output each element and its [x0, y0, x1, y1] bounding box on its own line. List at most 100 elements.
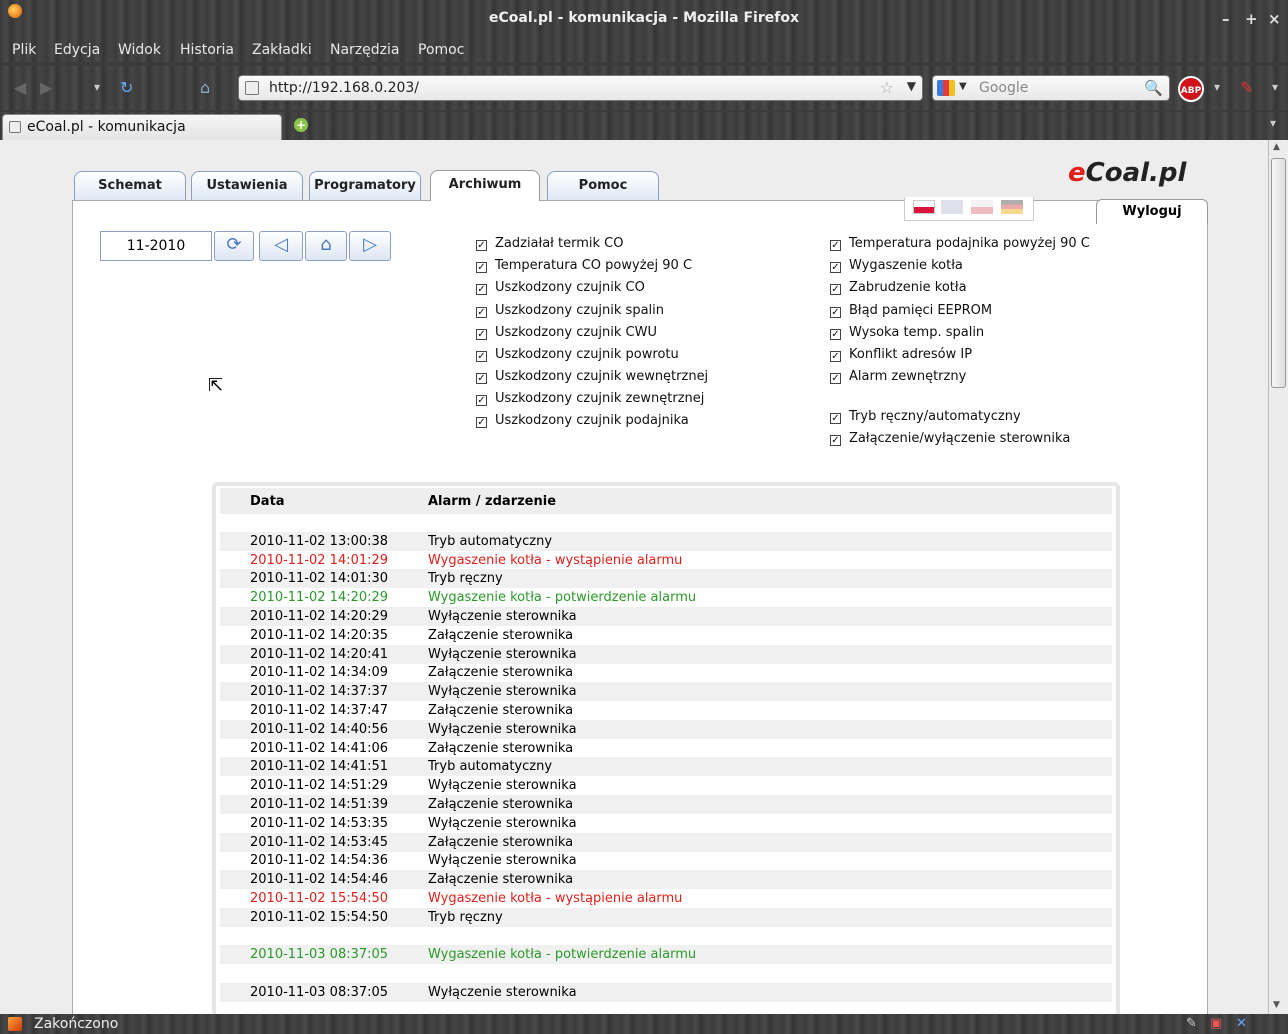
minimize-button[interactable]: –: [1222, 10, 1230, 28]
close-button[interactable]: ×: [1268, 10, 1281, 28]
table-row: 2010-11-02 14:37:37 Wyłączenie sterownika: [220, 682, 1112, 702]
tab-archiwum[interactable]: Archiwum: [430, 170, 540, 201]
scroll-up-icon[interactable]: ▲: [1273, 142, 1280, 152]
month-field[interactable]: 11-2010: [100, 231, 212, 261]
checkbox-icon[interactable]: ✓: [830, 351, 841, 362]
filter-eeprom[interactable]: ✓ Błąd pamięci EEPROM: [830, 303, 992, 318]
checkbox-icon[interactable]: ✓: [476, 395, 487, 406]
row-date: 2010-11-02 14:51:29: [250, 778, 389, 794]
filter-zalaczenie[interactable]: ✓ Załączenie/wyłączenie sterownika: [830, 431, 1070, 446]
checkbox-icon[interactable]: ✓: [830, 307, 841, 318]
menu-edycja[interactable]: Edycja: [54, 42, 100, 58]
status-pen-icon[interactable]: ✎: [1186, 1016, 1197, 1031]
site-identity-icon[interactable]: [245, 81, 259, 95]
menu-narzedzia[interactable]: Narzędzia: [330, 42, 399, 58]
row-event: Wygaszenie kotła - wystąpienie alarmu: [428, 552, 683, 568]
flag-cz-icon[interactable]: [971, 200, 993, 214]
new-tab-icon[interactable]: +: [294, 118, 308, 132]
checkbox-icon[interactable]: ✓: [476, 307, 487, 318]
scroll-thumb[interactable]: [1271, 158, 1286, 388]
checkbox-icon[interactable]: ✓: [830, 284, 841, 295]
search-bar[interactable]: ▼ Google 🔍: [932, 75, 1170, 101]
checkbox-icon[interactable]: ✓: [476, 417, 487, 428]
menu-plik[interactable]: Plik: [12, 42, 36, 58]
checkbox-icon[interactable]: ✓: [830, 435, 841, 446]
tab-list-icon[interactable]: ▾: [1270, 116, 1276, 130]
checkbox-icon[interactable]: ✓: [476, 351, 487, 362]
engine-dropdown-icon[interactable]: ▼: [959, 81, 967, 92]
table-row: 2010-11-02 14:54:36 Wyłączenie sterownika: [220, 851, 1112, 870]
menu-widok[interactable]: Widok: [118, 42, 161, 58]
forward-icon[interactable]: ▶: [40, 78, 52, 97]
home-icon[interactable]: ⌂: [200, 78, 210, 97]
table-row: 2010-11-02 14:01:30 Tryb ręczny: [220, 569, 1112, 589]
flag-en-icon[interactable]: [941, 200, 963, 214]
url-dropdown-icon[interactable]: ▼: [907, 79, 916, 93]
table-header: Data Alarm / zdarzenie: [220, 488, 1112, 514]
table-row: 2010-11-02 14:20:35 Załączenie sterownika: [220, 626, 1112, 645]
filter-tryb[interactable]: ✓ Tryb ręczny/automatyczny: [830, 409, 1021, 424]
url-text[interactable]: http://192.168.0.203/: [269, 80, 419, 96]
checkbox-icon[interactable]: ✓: [830, 240, 841, 251]
checkbox-icon[interactable]: ✓: [476, 262, 487, 273]
checkbox-icon[interactable]: ✓: [830, 413, 841, 424]
adblock-icon[interactable]: ABP: [1178, 76, 1204, 102]
abp-dropdown-icon[interactable]: ▾: [1214, 80, 1220, 94]
google-engine-icon[interactable]: [937, 80, 955, 96]
table-row: 2010-11-02 14:37:47 Załączenie sterownika: [220, 701, 1112, 720]
checkbox-icon[interactable]: ✓: [476, 240, 487, 251]
checkbox-icon[interactable]: ✓: [476, 373, 487, 384]
filter-temp-podajnika[interactable]: ✓ Temperatura podajnika powyżej 90 C: [830, 236, 1090, 251]
browser-tab[interactable]: eCoal.pl - komunikacja: [2, 114, 282, 140]
menu-zakladki[interactable]: Zakładki: [252, 42, 312, 58]
refresh-button[interactable]: ⟳: [214, 231, 254, 261]
back-icon[interactable]: ◀: [14, 78, 26, 97]
filter-wygaszenie[interactable]: ✓ Wygaszenie kotła: [830, 258, 963, 273]
next-month-button[interactable]: ▷: [349, 231, 391, 261]
flag-de-icon[interactable]: [1001, 200, 1023, 214]
tab-programatory[interactable]: Programatory: [309, 171, 421, 200]
logout-button[interactable]: Wyloguj: [1096, 199, 1208, 224]
scroll-down-icon[interactable]: ▼: [1273, 1000, 1280, 1010]
filter-zabrudzenie[interactable]: ✓ Zabrudzenie kotła: [830, 280, 967, 295]
table-row: 2010-11-02 14:20:29 Wyłączenie sterownika: [220, 607, 1112, 626]
menu-pomoc[interactable]: Pomoc: [418, 42, 464, 58]
checkbox-icon[interactable]: ✓: [476, 329, 487, 340]
filter-konflikt-ip[interactable]: ✓ Konflikt adresów IP: [830, 347, 972, 362]
notes-icon[interactable]: ✎: [1240, 78, 1253, 97]
checkbox-icon[interactable]: ✓: [830, 373, 841, 384]
tab-ustawienia[interactable]: Ustawienia: [191, 171, 303, 200]
prev-month-button[interactable]: ◁: [259, 231, 303, 261]
filter-czujnik-podajnika[interactable]: ✓ Uszkodzony czujnik podajnika: [476, 413, 689, 428]
filter-temp-spalin[interactable]: ✓ Wysoka temp. spalin: [830, 325, 984, 340]
filter-czujnik-wewnetrznej[interactable]: ✓ Uszkodzony czujnik wewnętrznej: [476, 369, 708, 384]
status-notes-icon[interactable]: ▣: [1210, 1016, 1222, 1031]
search-input[interactable]: Google: [979, 80, 1028, 96]
filter-termik-co[interactable]: ✓ Zadziałał termik CO: [476, 236, 623, 251]
filter-czujnik-zewnetrznej[interactable]: ✓ Uszkodzony czujnik zewnętrznej: [476, 391, 704, 406]
toolbar-overflow-icon[interactable]: ▾: [1272, 80, 1278, 94]
flag-pl-icon[interactable]: [913, 200, 935, 214]
filter-alarm-zewnetrzny[interactable]: ✓ Alarm zewnętrzny: [830, 369, 966, 384]
checkbox-icon[interactable]: ✓: [476, 284, 487, 295]
filter-czujnik-cwu[interactable]: ✓ Uszkodzony czujnik CWU: [476, 325, 657, 340]
checkbox-icon[interactable]: ✓: [830, 262, 841, 273]
filter-czujnik-powrotu[interactable]: ✓ Uszkodzony czujnik powrotu: [476, 347, 679, 362]
maximize-button[interactable]: +: [1245, 10, 1258, 28]
menu-historia[interactable]: Historia: [180, 42, 234, 58]
row-date: 2010-11-02 14:41:06: [250, 740, 389, 756]
search-magnifier-icon[interactable]: 🔍: [1144, 79, 1163, 97]
filter-temp-co[interactable]: ✓ Temperatura CO powyżej 90 C: [476, 258, 692, 273]
filter-czujnik-spalin[interactable]: ✓ Uszkodzony czujnik spalin: [476, 303, 664, 318]
tab-schemat[interactable]: Schemat: [74, 171, 186, 200]
reload-icon[interactable]: ↻: [120, 78, 133, 97]
current-month-button[interactable]: ⌂: [305, 231, 347, 261]
vertical-scrollbar[interactable]: ▲ ▼: [1268, 140, 1288, 1014]
url-bar[interactable]: http://192.168.0.203/ ☆ ▼: [238, 75, 923, 101]
filter-czujnik-co[interactable]: ✓ Uszkodzony czujnik CO: [476, 280, 645, 295]
history-dropdown-icon[interactable]: ▾: [94, 80, 100, 94]
checkbox-icon[interactable]: ✓: [830, 329, 841, 340]
tab-pomoc[interactable]: Pomoc: [547, 171, 659, 200]
status-addon-icon[interactable]: ✕: [1236, 1016, 1247, 1031]
bookmark-star-icon[interactable]: ☆: [880, 78, 894, 97]
